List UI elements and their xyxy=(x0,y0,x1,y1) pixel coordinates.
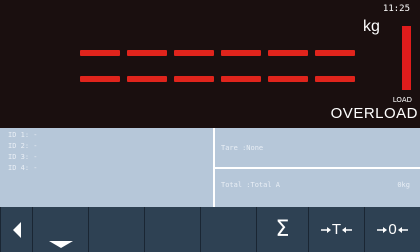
clock: 11:25 xyxy=(382,4,410,14)
id-3: ID 3: - xyxy=(8,153,38,161)
load-label: LOAD xyxy=(392,96,412,104)
overload-indicator: OVERLOAD xyxy=(330,105,418,122)
function-key-4[interactable] xyxy=(144,207,200,252)
arrow-down-icon xyxy=(48,241,73,248)
back-button[interactable] xyxy=(0,207,32,252)
function-key-5[interactable] xyxy=(200,207,256,252)
readout-digit xyxy=(127,50,167,84)
readout-digit xyxy=(174,50,214,84)
id-list: ID 1: - ID 2: - ID 3: - ID 4: - xyxy=(8,130,38,174)
id-1: ID 1: - xyxy=(8,131,38,139)
scale-display: 11:25 kg LOAD OVERLOAD ID 1: - ID 2: - I… xyxy=(0,0,420,252)
weight-unit: kg xyxy=(363,18,380,35)
id-2: ID 2: - xyxy=(8,142,38,150)
readout-digit xyxy=(80,50,120,84)
function-key-3[interactable] xyxy=(88,207,144,252)
tare-label: T xyxy=(331,221,342,238)
total-button[interactable]: Σ xyxy=(256,207,308,252)
zero-button[interactable]: 0 xyxy=(364,207,420,252)
load-bar xyxy=(402,26,411,90)
tare-icon: T xyxy=(320,221,353,238)
zero-icon: 0 xyxy=(377,221,408,238)
weight-readout-dashes xyxy=(80,50,356,84)
total-label: Total :Total A xyxy=(221,181,281,189)
readout-digit xyxy=(221,50,261,84)
total-value: 0kg xyxy=(397,181,410,189)
tare-button[interactable]: T xyxy=(308,207,364,252)
zero-label: 0 xyxy=(388,221,397,238)
tare-status: Tare :None xyxy=(221,144,264,152)
readout-digit xyxy=(315,50,355,84)
readout-digit xyxy=(268,50,308,84)
scroll-down-button[interactable] xyxy=(32,207,88,252)
sigma-icon: Σ xyxy=(275,217,290,242)
info-divider-horizontal xyxy=(215,167,420,169)
id-4: ID 4: - xyxy=(8,164,38,172)
arrow-left-icon xyxy=(12,221,22,238)
